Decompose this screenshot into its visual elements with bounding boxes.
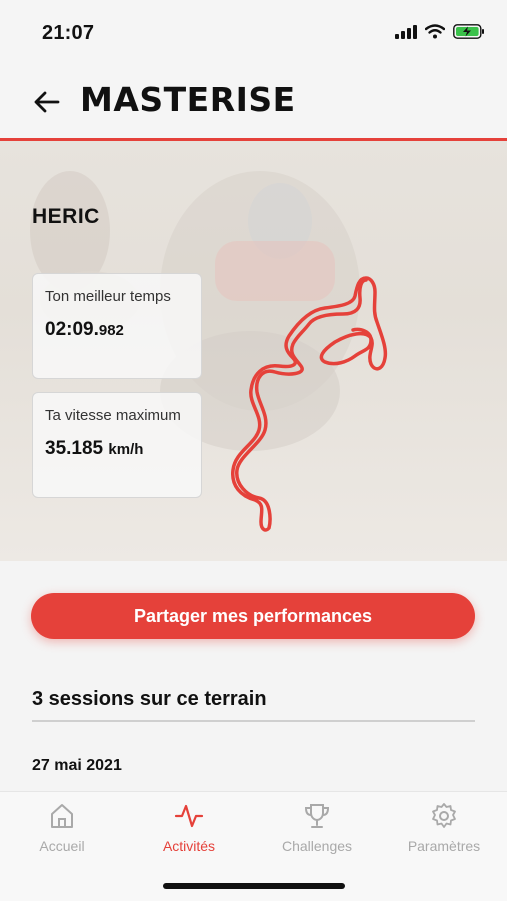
- best-time-ms: 982: [98, 322, 124, 339]
- max-speed-value: 35.185 km/h: [45, 438, 189, 460]
- tab-challenges[interactable]: Challenges: [257, 800, 377, 854]
- max-speed-label: Ta vitesse maximum: [45, 407, 181, 424]
- best-time-card: Ton meilleur temps 02:09.982: [32, 273, 202, 379]
- status-icons: [395, 24, 485, 39]
- sessions-divider: [32, 720, 475, 722]
- arrow-left-icon: [34, 91, 60, 113]
- max-speed-unit: km/h: [108, 441, 144, 458]
- terrain-hero: HERIC Ton meilleur temps 02:09.982 Ta vi…: [0, 141, 507, 561]
- header: MASTERISE: [0, 64, 507, 140]
- best-time-main: 02:09.: [45, 319, 99, 340]
- tab-accueil[interactable]: Accueil: [2, 800, 122, 854]
- max-speed-card: Ta vitesse maximum 35.185 km/h: [32, 392, 202, 498]
- page-title: MASTERISE: [80, 80, 296, 119]
- tab-label-activites: Activités: [162, 838, 216, 854]
- tab-activites[interactable]: Activités: [129, 800, 249, 854]
- session-date[interactable]: 27 mai 2021: [32, 757, 122, 775]
- battery-charging-icon: [453, 24, 484, 39]
- status-time: 21:07: [42, 22, 95, 44]
- tab-label-accueil: Accueil: [39, 838, 85, 854]
- wifi-icon: [425, 24, 445, 39]
- tab-label-parametres: Paramètres: [407, 838, 481, 854]
- status-bar: 21:07: [0, 0, 507, 64]
- sessions-title: 3 sessions sur ce terrain: [32, 688, 267, 710]
- trophy-icon: [304, 804, 330, 828]
- activity-icon: [174, 804, 204, 828]
- track-map: [231, 276, 388, 532]
- best-time-value: 02:09.982: [45, 319, 189, 341]
- home-indicator[interactable]: [163, 883, 345, 889]
- gear-icon: [432, 803, 456, 828]
- max-speed-number: 35.185: [45, 438, 104, 459]
- tab-parametres[interactable]: Paramètres: [384, 800, 504, 854]
- best-time-label: Ton meilleur temps: [45, 288, 171, 305]
- signal-icon: [395, 24, 417, 39]
- terrain-name: HERIC: [32, 205, 100, 228]
- home-icon: [51, 804, 73, 828]
- back-button[interactable]: [28, 84, 64, 120]
- share-performance-button[interactable]: Partager mes performances: [31, 593, 475, 639]
- tab-label-challenges: Challenges: [281, 838, 353, 854]
